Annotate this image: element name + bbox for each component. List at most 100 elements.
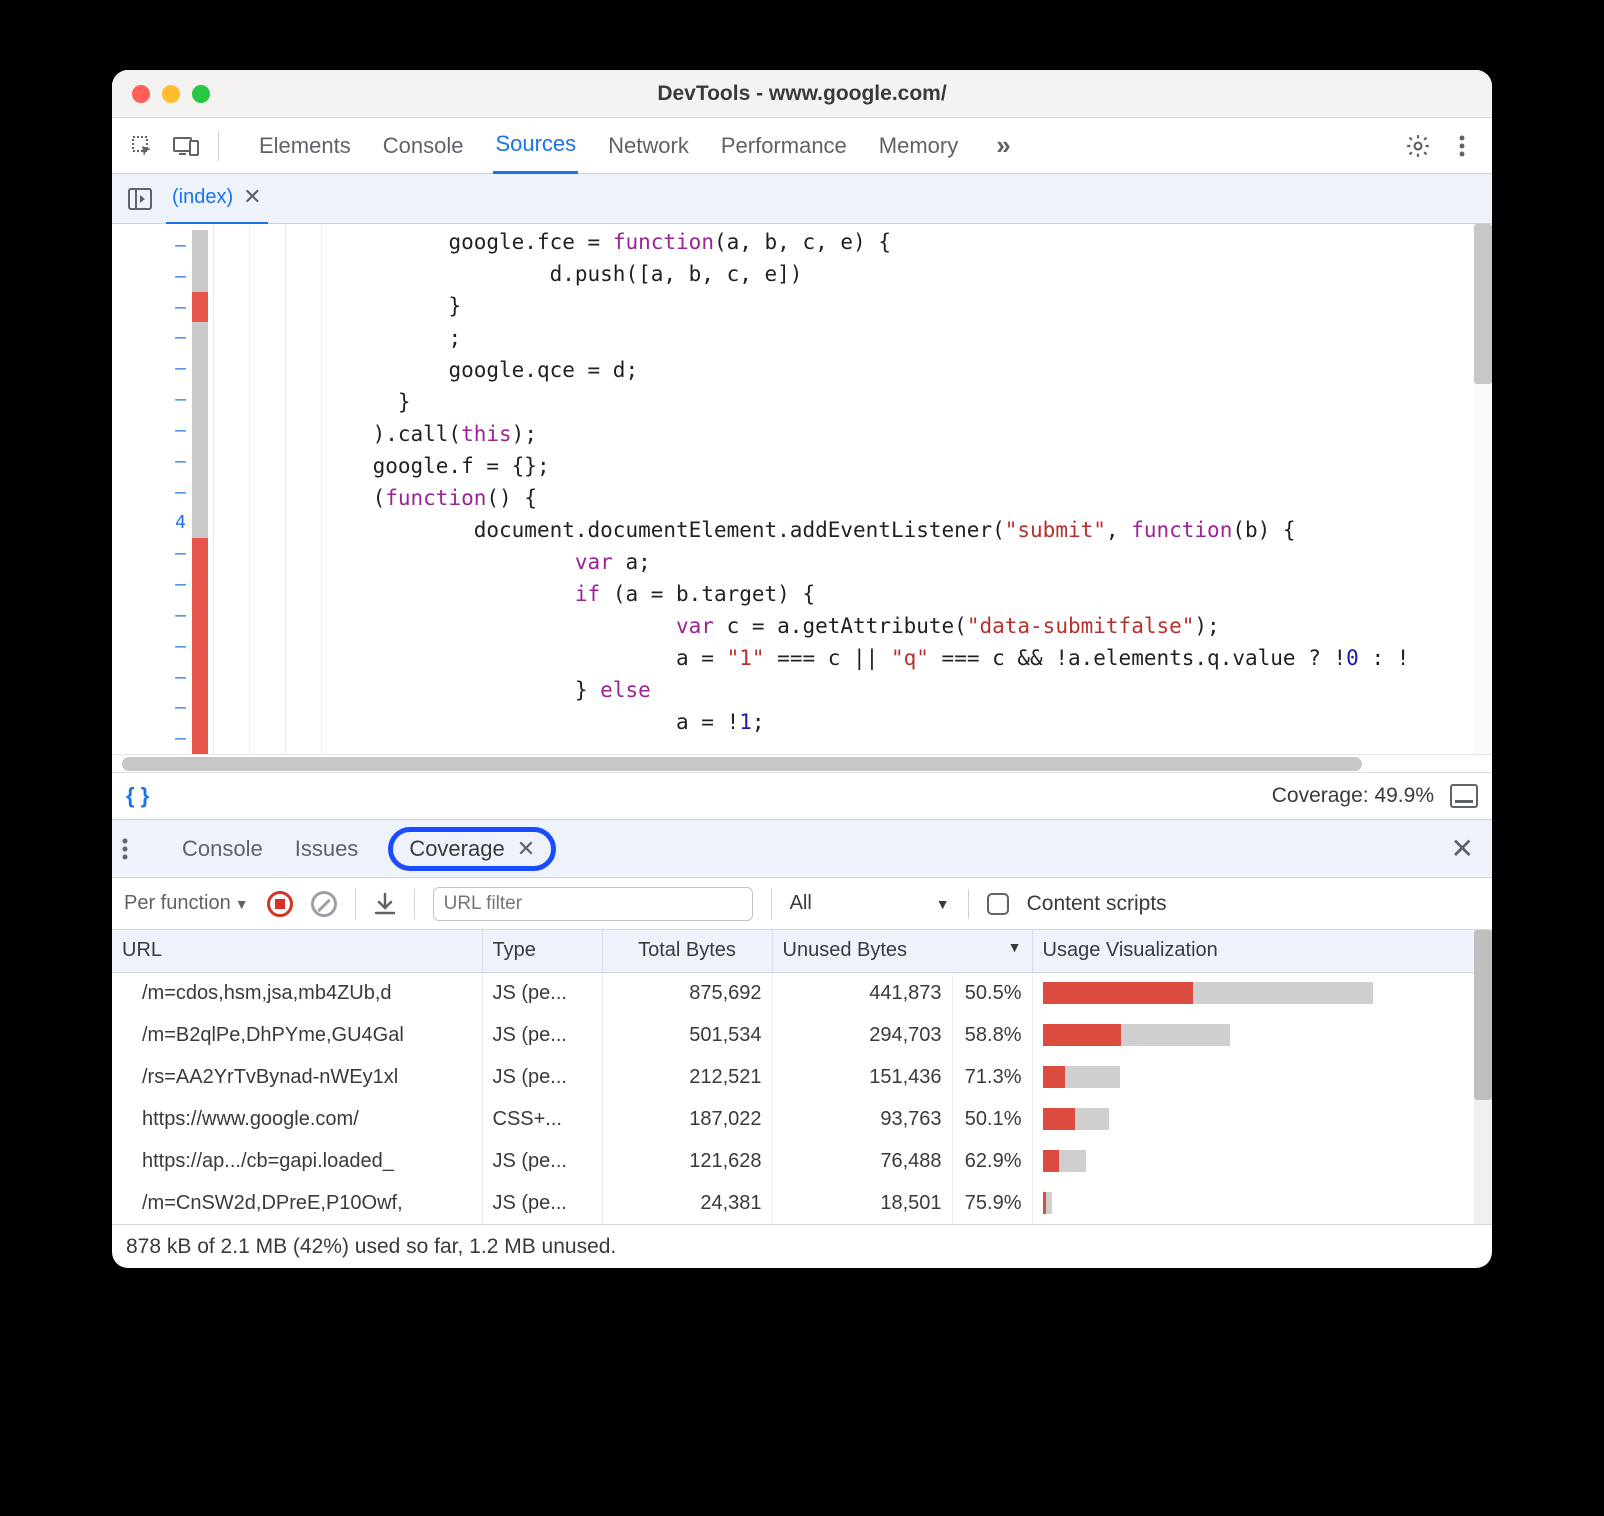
gutter-line: – bbox=[112, 600, 192, 631]
tab-elements[interactable]: Elements bbox=[257, 119, 353, 173]
close-coverage-tab-icon[interactable]: ✕ bbox=[517, 836, 535, 862]
cell-total: 24,381 bbox=[602, 1182, 772, 1224]
coverage-row[interactable]: /m=cdos,hsm,jsa,mb4ZUb,dJS (pe...875,692… bbox=[112, 972, 1492, 1014]
coverage-row[interactable]: https://www.google.com/CSS+...187,02293,… bbox=[112, 1098, 1492, 1140]
tab-performance[interactable]: Performance bbox=[719, 119, 849, 173]
coverage-scrollbar[interactable] bbox=[1474, 930, 1492, 1224]
vertical-scrollbar[interactable] bbox=[1474, 224, 1492, 754]
inspect-icon[interactable] bbox=[122, 126, 162, 166]
drawer-kebab-icon[interactable] bbox=[122, 837, 152, 861]
titlebar: DevTools - www.google.com/ bbox=[112, 70, 1492, 118]
cell-url: /rs=AA2YrTvBynad-nWEy1xl bbox=[112, 1056, 482, 1098]
coverage-row[interactable]: /m=B2qlPe,DhPYme,GU4GalJS (pe...501,5342… bbox=[112, 1014, 1492, 1056]
drawer-tab-coverage[interactable]: Coverage ✕ bbox=[388, 827, 556, 871]
header-total-bytes[interactable]: Total Bytes bbox=[602, 930, 772, 972]
cell-type: JS (pe... bbox=[482, 1140, 602, 1182]
type-filter-select[interactable]: All ▼ bbox=[790, 892, 950, 915]
coverage-marker bbox=[192, 446, 208, 477]
navigator-toggle-icon[interactable] bbox=[122, 181, 158, 217]
tab-sources[interactable]: Sources bbox=[493, 117, 578, 174]
code-line[interactable]: d.push([a, b, c, e]) bbox=[322, 262, 1492, 294]
cell-type: JS (pe... bbox=[482, 1182, 602, 1224]
cell-type: JS (pe... bbox=[482, 972, 602, 1014]
cell-pct: 71.3% bbox=[952, 1056, 1032, 1098]
window-controls bbox=[112, 85, 210, 103]
code-line[interactable]: } bbox=[322, 294, 1492, 326]
clear-button[interactable] bbox=[311, 891, 337, 917]
cell-viz bbox=[1032, 1182, 1492, 1224]
content-scripts-checkbox[interactable] bbox=[987, 893, 1009, 915]
code-line[interactable]: (function() { bbox=[322, 486, 1492, 518]
code-line[interactable]: var c = a.getAttribute("data-submitfalse… bbox=[322, 614, 1492, 646]
code-line[interactable]: ).call(this); bbox=[322, 422, 1492, 454]
coverage-marker bbox=[192, 723, 208, 754]
close-window-button[interactable] bbox=[132, 85, 150, 103]
code-line[interactable]: google.fce = function(a, b, c, e) { bbox=[322, 230, 1492, 262]
cell-type: CSS+... bbox=[482, 1098, 602, 1140]
code-line[interactable]: google.f = {}; bbox=[322, 454, 1492, 486]
granularity-label: Per function bbox=[124, 892, 231, 915]
gutter-line: – bbox=[112, 692, 192, 723]
gutter-line: – bbox=[112, 230, 192, 261]
minimize-window-button[interactable] bbox=[162, 85, 180, 103]
code-line[interactable]: a = !1; bbox=[322, 710, 1492, 742]
cell-pct: 50.5% bbox=[952, 972, 1032, 1014]
cell-unused: 93,763 bbox=[772, 1098, 952, 1140]
tab-network[interactable]: Network bbox=[606, 119, 691, 173]
url-filter-input[interactable] bbox=[433, 887, 753, 921]
tab-memory[interactable]: Memory bbox=[877, 119, 960, 173]
code-line[interactable]: } bbox=[322, 390, 1492, 422]
file-tab-index[interactable]: (index) ✕ bbox=[166, 172, 268, 225]
export-icon[interactable] bbox=[374, 892, 396, 916]
gutter-line: – bbox=[112, 631, 192, 662]
drawer-tab-issues[interactable]: Issues bbox=[293, 830, 361, 868]
coverage-row[interactable]: /rs=AA2YrTvBynad-nWEy1xlJS (pe...212,521… bbox=[112, 1056, 1492, 1098]
granularity-select[interactable]: Per function ▼ bbox=[124, 892, 249, 915]
code-line[interactable]: a = "1" === c || "q" === c && !a.element… bbox=[322, 646, 1492, 678]
gutter-line: – bbox=[112, 322, 192, 353]
cell-total: 501,534 bbox=[602, 1014, 772, 1056]
more-tabs-icon[interactable]: » bbox=[988, 130, 1018, 161]
cell-viz bbox=[1032, 972, 1492, 1014]
code-line[interactable]: } else bbox=[322, 678, 1492, 710]
code-line[interactable]: document.documentElement.addEventListene… bbox=[322, 518, 1492, 550]
settings-gear-icon[interactable] bbox=[1398, 133, 1438, 159]
cell-url: https://ap.../cb=gapi.loaded_ bbox=[112, 1140, 482, 1182]
drawer-tab-console[interactable]: Console bbox=[180, 830, 265, 868]
header-type[interactable]: Type bbox=[482, 930, 602, 972]
pretty-print-icon[interactable]: { } bbox=[126, 783, 149, 809]
coverage-marker bbox=[192, 507, 208, 538]
coverage-marker bbox=[192, 353, 208, 384]
editor-statusbar: { } Coverage: 49.9% bbox=[112, 772, 1492, 820]
file-tab-label: (index) bbox=[172, 186, 233, 209]
cell-unused: 294,703 bbox=[772, 1014, 952, 1056]
source-editor: –––––––––4––––––– google.fce = function(… bbox=[112, 224, 1492, 754]
toggle-drawer-icon[interactable] bbox=[1450, 784, 1478, 808]
drawer-tabbar: Console Issues Coverage ✕ ✕ bbox=[112, 820, 1492, 878]
kebab-menu-icon[interactable] bbox=[1442, 134, 1482, 158]
main-tabbar: Elements Console Sources Network Perform… bbox=[112, 118, 1492, 174]
code-line[interactable]: var a; bbox=[322, 550, 1492, 582]
tab-console[interactable]: Console bbox=[381, 119, 466, 173]
coverage-toolbar: Per function ▼ All ▼ Content scripts bbox=[112, 878, 1492, 930]
gutter-line: – bbox=[112, 477, 192, 508]
code-line[interactable]: ; bbox=[322, 326, 1492, 358]
coverage-row[interactable]: /m=CnSW2d,DPreE,P10Owf,JS (pe...24,38118… bbox=[112, 1182, 1492, 1224]
zoom-window-button[interactable] bbox=[192, 85, 210, 103]
code-line[interactable]: if (a = b.target) { bbox=[322, 582, 1492, 614]
cell-url: /m=cdos,hsm,jsa,mb4ZUb,d bbox=[112, 972, 482, 1014]
device-toggle-icon[interactable] bbox=[166, 126, 206, 166]
coverage-summary-text: 878 kB of 2.1 MB (42%) used so far, 1.2 … bbox=[126, 1235, 616, 1259]
record-button[interactable] bbox=[267, 891, 293, 917]
cell-viz bbox=[1032, 1098, 1492, 1140]
close-drawer-icon[interactable]: ✕ bbox=[1451, 832, 1474, 865]
horizontal-scrollbar[interactable] bbox=[112, 754, 1492, 772]
coverage-row[interactable]: https://ap.../cb=gapi.loaded_JS (pe...12… bbox=[112, 1140, 1492, 1182]
file-tabbar: (index) ✕ bbox=[112, 174, 1492, 224]
header-unused-bytes[interactable]: Unused Bytes ▼ bbox=[772, 930, 1032, 972]
code-line[interactable]: google.qce = d; bbox=[322, 358, 1492, 390]
header-usage-viz[interactable]: Usage Visualization bbox=[1032, 930, 1492, 972]
code-content[interactable]: google.fce = function(a, b, c, e) { d.pu… bbox=[322, 224, 1492, 754]
header-url[interactable]: URL bbox=[112, 930, 482, 972]
close-tab-icon[interactable]: ✕ bbox=[243, 184, 261, 210]
